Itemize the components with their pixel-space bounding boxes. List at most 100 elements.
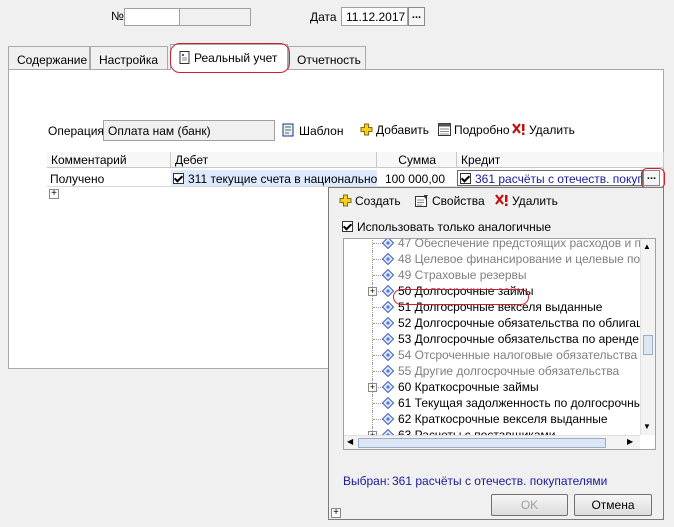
details-button[interactable]: Подробно xyxy=(438,123,510,139)
properties-icon xyxy=(415,194,429,210)
operation-value: Оплата нам (банк) xyxy=(108,124,211,138)
add-icon xyxy=(360,123,373,139)
row-credit-cell[interactable]: 361 расчёты с отечеств. покупат xyxy=(457,170,643,186)
row-amount: 100 000,00 xyxy=(384,172,445,186)
tree-item-content: 60 Краткосрочные займы xyxy=(382,379,539,395)
account-picker-popup: Создать Свойства Удалить Использовать то… xyxy=(328,187,664,520)
tree-item-content: 50 Долгосрочные займы xyxy=(382,283,534,299)
row-comment: Получено xyxy=(50,172,105,186)
account-icon xyxy=(382,317,394,329)
tree-item-content: 63 Расчеты с поставщиками xyxy=(382,427,555,435)
tree-expand-icon[interactable]: + xyxy=(368,287,377,296)
operation-label: Операция xyxy=(48,124,104,138)
scroll-left-arrow-icon[interactable]: ◀ xyxy=(347,437,353,446)
tree-item-label: 63 Расчеты с поставщиками xyxy=(398,428,556,435)
tree-item-label: 61 Текущая задолженность по долгосрочным… xyxy=(398,396,640,410)
delete-button[interactable]: Удалить xyxy=(512,123,575,139)
details-label: Подробно xyxy=(454,123,510,137)
account-icon xyxy=(382,365,394,377)
account-icon xyxy=(382,253,394,265)
popup-create-button[interactable]: Создать xyxy=(339,194,401,210)
popup-delete-button[interactable]: Удалить xyxy=(495,194,558,210)
tree-item-content: 47 Обеспечение предстоящих расходов и пл… xyxy=(382,239,640,251)
operation-field[interactable]: Оплата нам (банк) xyxy=(103,120,275,141)
hscroll-thumb[interactable] xyxy=(358,438,606,448)
tab-content[interactable]: Содержание xyxy=(8,46,90,70)
number-suffix-field[interactable] xyxy=(179,8,251,26)
only-similar-checkbox[interactable] xyxy=(342,221,353,232)
tree-item-label: 62 Краткосрочные векселя выданные xyxy=(398,412,608,426)
tree-item-label: 52 Долгосрочные обязательства по облигац… xyxy=(398,316,640,330)
selected-value: 361 расчёты с отечеств. покупателями xyxy=(392,474,608,488)
tree-item-label: 49 Страховые резервы xyxy=(398,268,527,282)
table-row[interactable]: Получено 311 текущие счета в национально… xyxy=(47,170,664,187)
tree-item-content: 49 Страховые резервы xyxy=(382,267,527,283)
cancel-button[interactable]: Отмена xyxy=(574,494,652,516)
row-debit: 311 текущие счета в национально xyxy=(188,172,377,186)
column-header-debit-label: Дебет xyxy=(175,153,209,167)
account-icon xyxy=(382,239,394,249)
only-similar-option[interactable]: Использовать только аналогичные xyxy=(342,220,551,234)
column-header-amount[interactable]: Сумма xyxy=(377,152,457,168)
tree-item-label: 48 Целевое финансирование и целевые пост… xyxy=(398,252,640,266)
scroll-thumb[interactable] xyxy=(643,335,653,355)
tab-settings[interactable]: Настройка xyxy=(90,46,168,70)
tree-item-label: 55 Другие долгосрочные обязательства xyxy=(398,364,620,378)
delete-icon xyxy=(512,123,526,139)
tree-item-content: 53 Долгосрочные обязательства по аренде xyxy=(382,331,639,347)
popup-delete-label: Удалить xyxy=(512,194,558,208)
number-field[interactable] xyxy=(124,8,180,26)
tab-content-label: Содержание xyxy=(17,53,88,67)
tab-real-accounting[interactable]: Реальный учет xyxy=(170,44,288,70)
account-icon xyxy=(382,381,394,393)
tree-rows-container: 47 Обеспечение предстоящих расходов и пл… xyxy=(344,239,640,435)
scroll-down-arrow-icon[interactable]: ▼ xyxy=(643,422,651,431)
tree-guide-line xyxy=(372,239,374,251)
column-header-debit[interactable]: Дебет xyxy=(171,152,377,168)
date-value: 11.12.2017 xyxy=(346,10,406,24)
account-tree[interactable]: 47 Обеспечение предстоящих расходов и пл… xyxy=(343,238,656,450)
tab-settings-label: Настройка xyxy=(99,53,159,67)
column-header-comment[interactable]: Комментарий xyxy=(47,152,171,168)
tab-real-accounting-label: Реальный учет xyxy=(194,51,278,65)
add-button[interactable]: Добавить xyxy=(360,123,429,139)
add-row-button[interactable]: + xyxy=(49,189,59,199)
template-icon xyxy=(282,123,296,140)
tree-item-label: 54 Отсроченные налоговые обязательства xyxy=(398,348,638,362)
debit-checkbox[interactable] xyxy=(173,173,184,184)
only-similar-label: Использовать только аналогичные xyxy=(357,220,552,234)
scroll-right-arrow-icon[interactable]: ▶ xyxy=(627,437,633,446)
selected-label: Выбран: xyxy=(343,474,390,488)
row-debit-cell[interactable]: 311 текущие счета в национально xyxy=(171,170,377,186)
number-label: № xyxy=(111,9,124,23)
credit-lookup-button[interactable]: ... xyxy=(643,170,660,186)
delete-label: Удалить xyxy=(529,123,575,137)
tree-horizontal-scrollbar[interactable]: ◀ ▶ xyxy=(344,435,640,449)
ok-button[interactable]: OK xyxy=(491,494,568,516)
date-picker-button[interactable]: ... xyxy=(408,7,425,26)
tree-item-label: 47 Обеспечение предстоящих расходов и пл… xyxy=(398,239,640,250)
credit-checkbox[interactable] xyxy=(460,173,471,184)
tree-vertical-scrollbar[interactable]: ▲ ▼ xyxy=(640,239,655,435)
tree-item-content: 61 Текущая задолженность по долгосрочным… xyxy=(382,395,640,411)
tree-expand-icon[interactable]: + xyxy=(368,383,377,392)
tab-reporting-label: Отчетность xyxy=(297,53,361,67)
popup-properties-button[interactable]: Свойства xyxy=(415,194,485,210)
column-header-credit[interactable]: Кредит xyxy=(457,152,664,168)
account-icon xyxy=(382,285,394,297)
popup-properties-label: Свойства xyxy=(432,194,485,208)
template-button[interactable]: Шаблон xyxy=(282,123,343,140)
document-icon xyxy=(179,51,191,67)
popup-resize-plus[interactable]: + xyxy=(331,508,341,518)
column-header-comment-label: Комментарий xyxy=(51,153,127,167)
details-icon xyxy=(438,123,451,139)
row-credit: 361 расчёты с отечеств. покупат xyxy=(475,172,643,186)
tree-item-content: 52 Долгосрочные обязательства по облигац… xyxy=(382,315,640,331)
date-field[interactable]: 11.12.2017 xyxy=(341,7,408,26)
tree-item-label: 53 Долгосрочные обязательства по аренде xyxy=(398,332,639,346)
tree-item-content: 55 Другие долгосрочные обязательства xyxy=(382,363,619,379)
account-icon xyxy=(382,301,394,313)
scroll-up-arrow-icon[interactable]: ▲ xyxy=(643,242,651,251)
tab-reporting[interactable]: Отчетность xyxy=(288,46,366,70)
tree-item-content: 51 Долгосрочные векселя выданные xyxy=(382,299,602,315)
